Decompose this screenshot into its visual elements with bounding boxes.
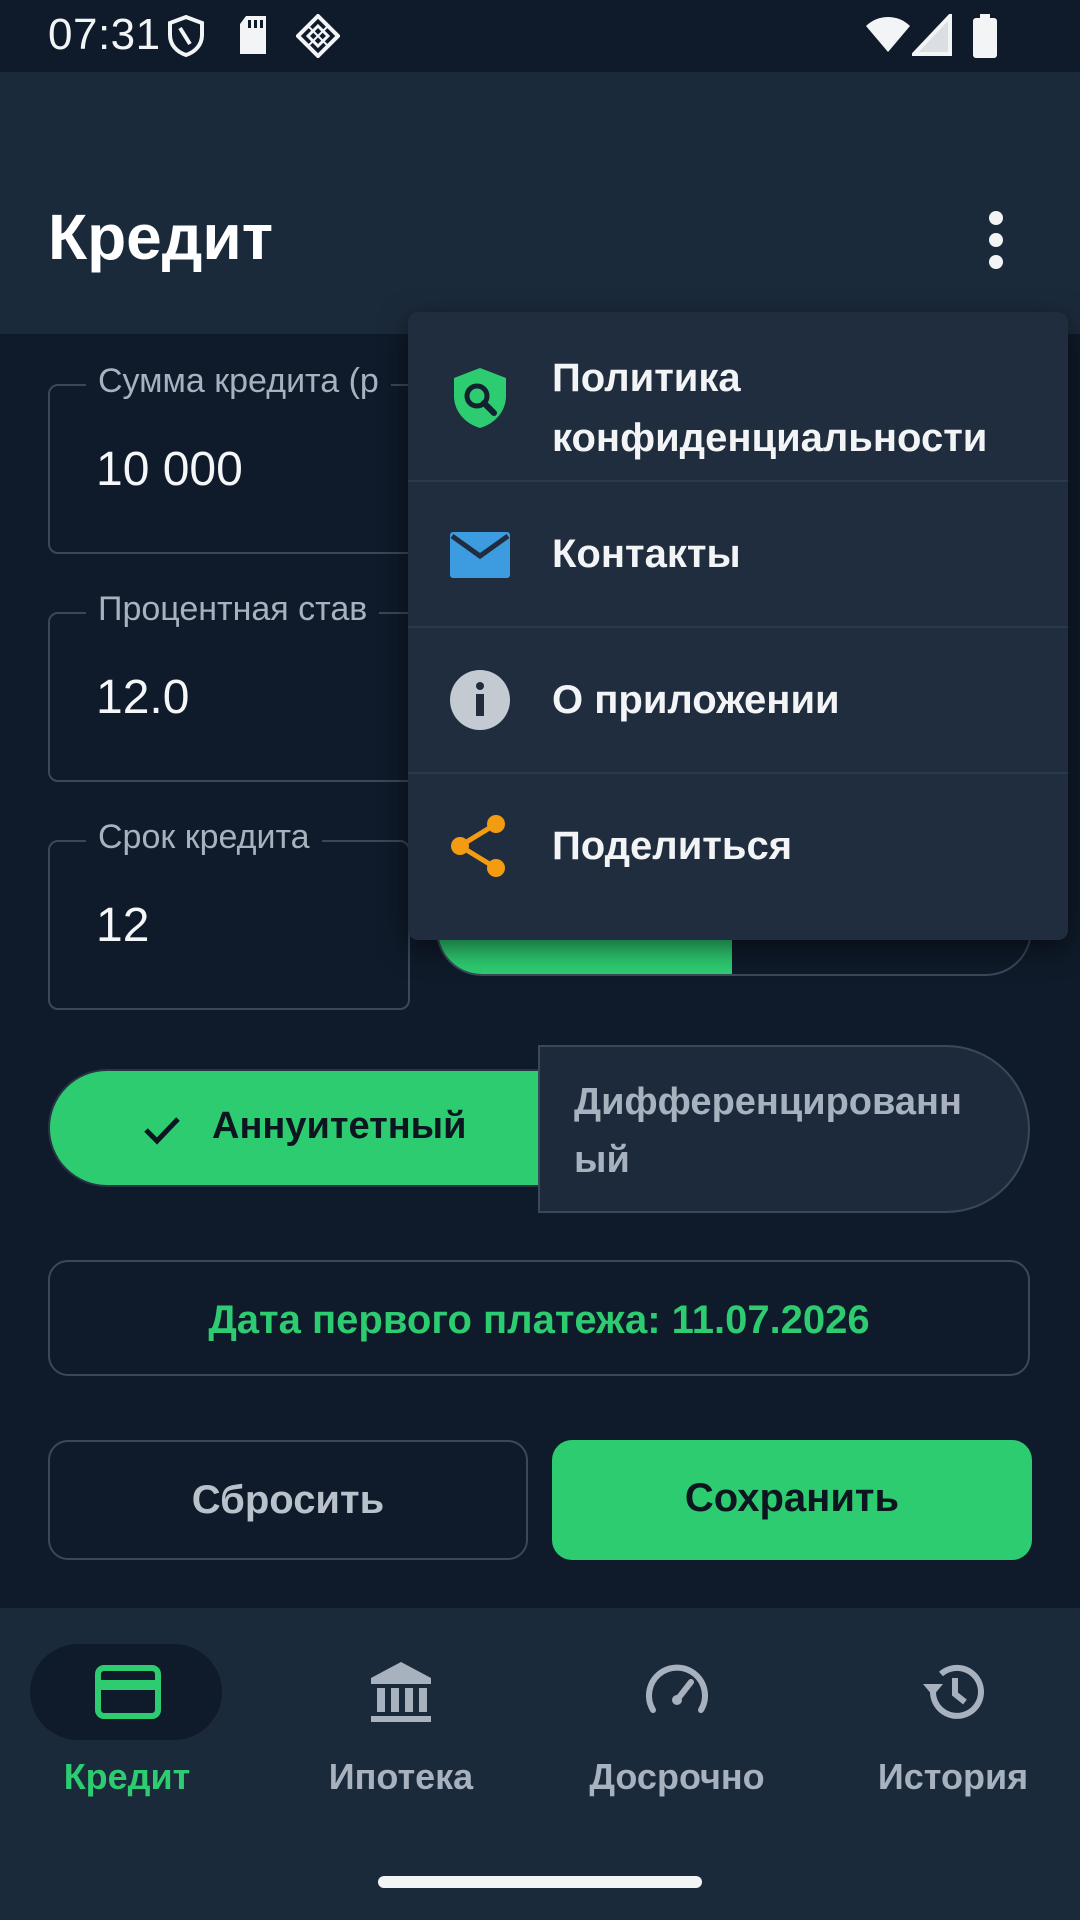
loan-term-label: Срок кредита <box>86 818 322 857</box>
nav-item-credit[interactable]: Кредит <box>0 1608 270 1808</box>
wifi-icon <box>866 17 910 52</box>
menu-item-privacy-policy[interactable]: Политика конфиденциальности <box>408 312 1068 480</box>
history-icon <box>923 1664 984 1719</box>
app-notification-icon <box>296 14 340 58</box>
shield-search-icon <box>454 368 506 428</box>
menu-label-contacts: Контакты <box>552 532 741 576</box>
menu-label-about: О приложении <box>552 678 840 722</box>
vpn-shield-icon <box>168 14 204 58</box>
interest-rate-value: 12.0 <box>96 671 190 724</box>
save-button[interactable]: Сохранить <box>552 1440 1032 1560</box>
loan-amount-label: Сумма кредита (р <box>86 362 391 401</box>
payment-type-annuity[interactable]: Аннуитетный <box>48 1069 540 1187</box>
payment-type-differentiated[interactable]: Дифференцированный <box>538 1045 1030 1213</box>
home-indicator[interactable] <box>378 1876 702 1888</box>
app-title: Кредит <box>48 201 274 273</box>
first-payment-date-text: Дата первого платежа: 11.07.2026 <box>208 1298 870 1342</box>
loan-term-value: 12 <box>96 899 150 952</box>
mail-icon <box>450 532 510 578</box>
check-icon <box>144 1117 180 1145</box>
share-icon <box>451 815 505 877</box>
nav-label-credit: Кредит <box>63 1756 191 1797</box>
nav-item-early-repayment[interactable]: Досрочно <box>542 1608 812 1808</box>
menu-item-about[interactable]: О приложении <box>408 628 1068 772</box>
nav-item-mortgage[interactable]: Ипотека <box>266 1608 536 1808</box>
interest-rate-label: Процентная став <box>86 590 380 629</box>
battery-icon <box>973 14 997 58</box>
loan-amount-value: 10 000 <box>96 443 243 496</box>
nav-item-history[interactable]: История <box>818 1608 1080 1808</box>
reset-button[interactable]: Сбросить <box>48 1440 528 1560</box>
speedometer-icon <box>646 1664 708 1713</box>
info-icon <box>450 670 510 730</box>
overflow-menu: Политика конфиденциальности Контакты О п… <box>408 312 1068 940</box>
menu-label-privacy-policy: Политика конфиденциальности <box>552 356 988 460</box>
menu-item-share[interactable]: Поделиться <box>408 774 1068 924</box>
nav-label-mortgage: Ипотека <box>328 1756 474 1797</box>
reset-label: Сбросить <box>191 1478 385 1522</box>
nav-label-early-repayment: Досрочно <box>589 1756 765 1797</box>
bank-icon <box>371 1662 431 1722</box>
payment-type-selector: Аннуитетный Дифференцированный <box>48 1045 1030 1213</box>
payment-type-differentiated-label: Дифференцированный <box>574 1081 962 1181</box>
save-label: Сохранить <box>684 1476 900 1520</box>
nav-label-history: История <box>877 1756 1029 1797</box>
menu-item-contacts[interactable]: Контакты <box>408 482 1068 626</box>
payment-type-annuity-label: Аннуитетный <box>212 1105 467 1147</box>
signal-icon <box>912 14 952 56</box>
menu-label-share: Поделиться <box>552 824 793 868</box>
status-bar: 07:31 <box>0 0 1080 72</box>
bottom-navigation: Кредит Ипотека Досрочно История <box>0 1608 1080 1920</box>
first-payment-date-button[interactable]: Дата первого платежа: 11.07.2026 <box>48 1260 1030 1376</box>
status-time: 07:31 <box>48 10 161 59</box>
loan-term-field[interactable]: Срок кредита 12 <box>48 818 410 1010</box>
sd-card-icon <box>240 16 266 54</box>
credit-card-icon <box>95 1665 161 1719</box>
more-vert-icon[interactable] <box>968 205 1024 275</box>
